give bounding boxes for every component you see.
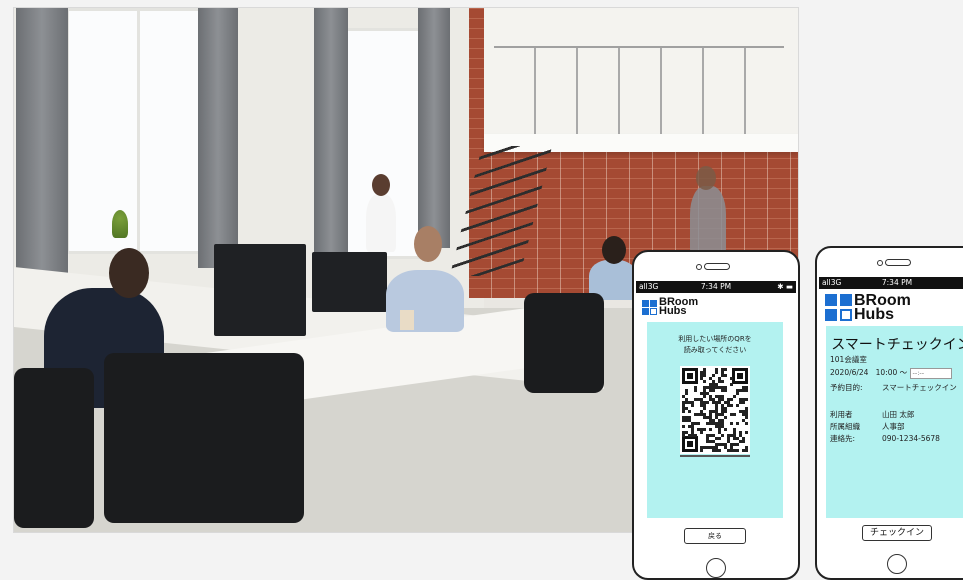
org-row: 所属組織 人事部: [830, 421, 905, 432]
back-button[interactable]: 戻る: [684, 528, 746, 544]
office-chair: [524, 293, 604, 393]
qr-code-icon: [680, 366, 750, 454]
person-head: [696, 166, 716, 190]
curtain: [314, 8, 348, 258]
battery-icon: ✱ ▬: [777, 282, 793, 291]
checkin-screen: スマートチェックイン 101会議室 2020/6/24 10:00 ～ --:-…: [826, 326, 963, 518]
qr-prompt-line1: 利用したい場所のQRを: [678, 335, 752, 343]
org-value: 人事部: [882, 422, 905, 431]
logo-line2: Hubs: [659, 305, 687, 318]
purpose-row: 予約目的: スマートチェックイン: [830, 382, 957, 393]
status-time: 7:34 PM: [881, 278, 913, 287]
scan-line: [680, 455, 750, 457]
contact-label: 連絡先:: [830, 434, 856, 443]
office-chair: [104, 353, 304, 523]
status-bar: all3G 7:34 PM: [819, 277, 963, 289]
purpose-value: スマートチェックイン: [882, 383, 957, 392]
broom-hubs-logo: BRoom Hubs: [642, 296, 698, 318]
end-time-input[interactable]: --:--: [909, 367, 952, 379]
coffee-cup: [400, 310, 414, 330]
broom-hubs-logo: BRoom Hubs: [825, 293, 911, 323]
checkin-button[interactable]: チェックイン: [862, 525, 932, 541]
status-bar: all3G 7:34 PM ✱ ▬: [636, 281, 796, 293]
purpose-label: 予約目的:: [830, 383, 863, 392]
office-chair: [14, 368, 94, 528]
qr-prompt-line2: 読み取ってください: [683, 346, 747, 354]
curtain: [418, 8, 450, 248]
monitor: [214, 244, 306, 336]
speaker-icon: [696, 263, 730, 270]
logo-mark-icon: [642, 299, 657, 315]
person-walking: [690, 186, 726, 256]
start-time: 10:00 ～: [875, 368, 908, 377]
qr-screen: 利用したい場所のQRを 読み取ってください: [647, 322, 783, 518]
phone-qr-scan: all3G 7:34 PM ✱ ▬ BRoom Hubs 利用したい場所のQRを…: [632, 250, 800, 580]
org-label: 所属組織: [830, 422, 860, 431]
person-head: [372, 174, 390, 196]
logo-mark-icon: [825, 294, 852, 322]
home-button[interactable]: [887, 554, 907, 574]
person-head: [602, 236, 626, 264]
qr-prompt: 利用したい場所のQRを 読み取ってください: [647, 334, 783, 356]
person-standing: [366, 194, 396, 252]
curtain: [16, 8, 68, 283]
monitor: [312, 252, 387, 312]
home-button[interactable]: [706, 558, 726, 578]
curtain: [198, 8, 238, 268]
status-time: 7:34 PM: [700, 282, 732, 291]
railing: [494, 46, 784, 136]
user-label: 利用者: [830, 410, 853, 419]
person-head: [414, 226, 442, 262]
user-row: 利用者 山田 太郎: [830, 409, 914, 420]
plant: [112, 210, 128, 238]
screen-title: スマートチェックイン: [831, 337, 963, 353]
person-head: [109, 248, 149, 298]
person-seated: [386, 270, 464, 332]
window: [66, 8, 212, 254]
contact-value: 090-1234-5678: [882, 434, 940, 443]
reservation-time-row: 2020/6/24 10:00 ～ --:--: [830, 367, 952, 379]
logo-line2: Hubs: [854, 305, 894, 323]
contact-row: 連絡先: 090-1234-5678: [830, 433, 940, 444]
reservation-date: 2020/6/24: [830, 368, 869, 377]
user-value: 山田 太郎: [882, 410, 915, 419]
room-name: 101会議室: [830, 355, 867, 364]
phone-smart-checkin: all3G 7:34 PM BRoom Hubs スマートチェックイン 101会…: [815, 246, 963, 580]
speaker-icon: [877, 259, 911, 266]
